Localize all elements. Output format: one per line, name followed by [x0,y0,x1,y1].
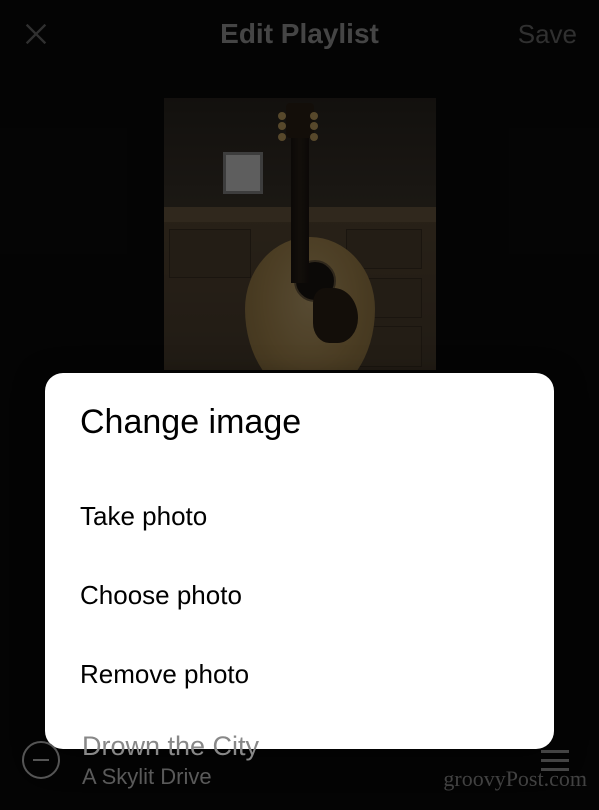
save-button[interactable]: Save [518,19,577,50]
track-artist: A Skylit Drive [82,764,533,790]
take-photo-option[interactable]: Take photo [80,477,519,556]
remove-track-button[interactable] [22,741,60,779]
drag-handle[interactable] [533,742,577,779]
remove-photo-option[interactable]: Remove photo [80,635,519,714]
minus-icon [33,759,49,761]
choose-photo-option[interactable]: Choose photo [80,556,519,635]
track-info: Drown the City A Skylit Drive [82,731,533,790]
close-icon [22,20,50,48]
cover-container [0,98,599,370]
close-button[interactable] [22,20,50,48]
track-title: Drown the City [82,731,533,762]
playlist-cover-image[interactable] [164,98,436,370]
header: Edit Playlist Save [0,0,599,68]
sheet-title: Change image [80,403,519,442]
page-title: Edit Playlist [220,18,379,50]
change-image-sheet: Change image Take photo Choose photo Rem… [45,373,554,749]
drag-handle-icon [541,750,569,753]
track-row: Drown the City A Skylit Drive [0,720,599,800]
